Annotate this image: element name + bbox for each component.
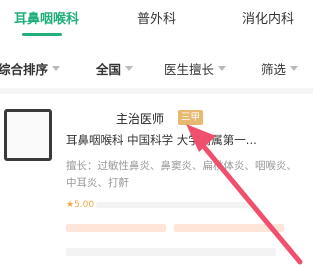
- sort-filter[interactable]: 综合排序: [0, 59, 61, 78]
- specialty-filter-label: 医生擅长: [164, 62, 215, 77]
- tab-ent[interactable]: 耳鼻咽喉科: [14, 8, 79, 27]
- filter-bar: 综合排序 全国 医生擅长 筛选: [0, 50, 313, 86]
- chevron-down-icon: [52, 66, 61, 71]
- service-tag-placeholder: [66, 224, 166, 232]
- chevron-down-icon: [290, 66, 299, 71]
- doctor-rating: ★5.00: [66, 200, 95, 210]
- more-filter[interactable]: 筛选: [261, 59, 299, 78]
- row-placeholder: [66, 248, 276, 256]
- section-divider: [0, 88, 313, 94]
- tab-general-surgery[interactable]: 普外科: [137, 8, 176, 27]
- hospital-grade-badge: 三甲: [178, 110, 204, 125]
- doctor-department: 耳鼻咽喉科 中国科学 大学附属第一...: [66, 133, 257, 147]
- chevron-down-icon: [218, 66, 227, 71]
- doctor-title: 主治医师: [116, 112, 165, 126]
- more-filter-label: 筛选: [261, 62, 287, 77]
- stats-placeholder: [96, 202, 256, 208]
- active-tab-indicator: [22, 33, 62, 36]
- service-tag-placeholder: [174, 224, 284, 232]
- tab-gastroenterology[interactable]: 消化内科: [242, 8, 294, 27]
- region-filter[interactable]: 全国: [96, 59, 134, 78]
- specialty-filter[interactable]: 医生擅长: [164, 59, 227, 78]
- department-tabs: 耳鼻咽喉科 普外科 消化内科: [0, 0, 313, 36]
- sort-filter-label: 综合排序: [0, 62, 49, 77]
- doctor-specialty: 擅长：过敏性鼻炎、鼻窦炎、扁桃体炎、咽喉炎、中耳炎、打鼾: [66, 160, 297, 189]
- chevron-down-icon: [125, 66, 134, 71]
- rating-value: 5.00: [74, 200, 95, 210]
- avatar: [4, 109, 52, 161]
- region-filter-label: 全国: [96, 62, 122, 77]
